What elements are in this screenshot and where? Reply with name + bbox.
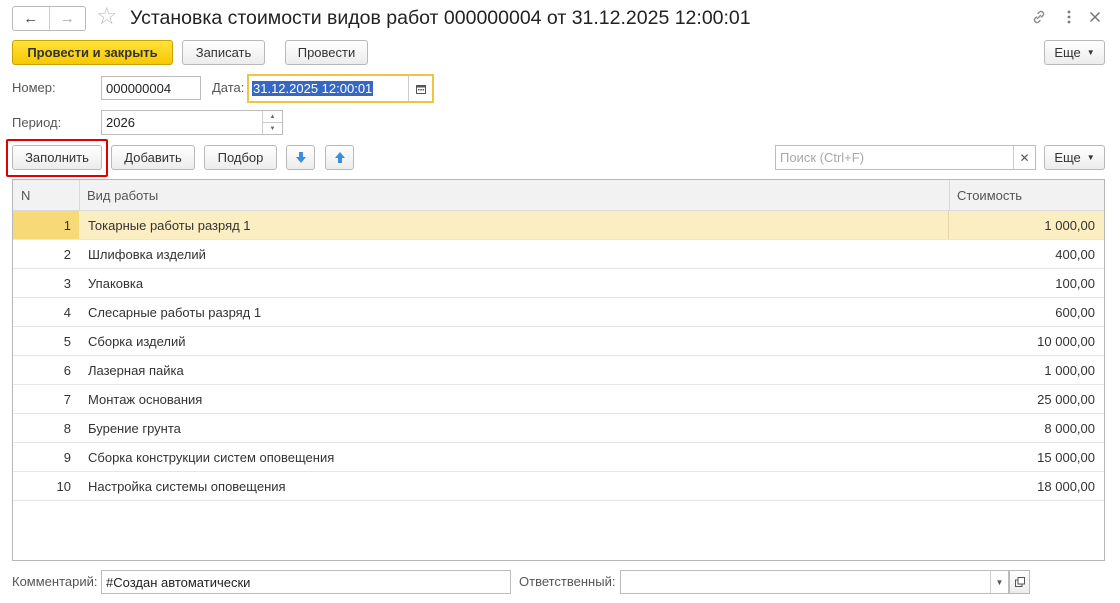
- period-label: Период:: [12, 115, 62, 130]
- work-type-cell: Токарные работы разряд 1: [79, 211, 949, 239]
- table-row[interactable]: 5 Сборка изделий 10 000,00: [13, 327, 1104, 356]
- chevron-down-icon: ▼: [1086, 48, 1095, 57]
- work-type-cell: Монтаж основания: [88, 391, 203, 407]
- open-window-icon: [1014, 577, 1025, 587]
- date-label: Дата:: [212, 80, 245, 95]
- work-type-cell: Настройка системы оповещения: [88, 478, 286, 494]
- work-type-cell: Слесарные работы разряд 1: [88, 304, 262, 320]
- back-button[interactable]: ←: [13, 7, 49, 30]
- work-type-cell: Бурение грунта: [88, 420, 181, 436]
- row-number: 4: [63, 304, 71, 320]
- table-row[interactable]: 10 Настройка системы оповещения 18 000,00: [13, 472, 1104, 501]
- cost-cell: 400,00: [1055, 246, 1095, 262]
- fill-button[interactable]: Заполнить: [12, 145, 102, 170]
- stepper-down-icon[interactable]: ▼: [263, 122, 282, 134]
- row-number: 6: [63, 362, 71, 378]
- column-header-n[interactable]: N: [13, 180, 79, 210]
- forward-button[interactable]: →: [48, 7, 86, 30]
- column-header-cost[interactable]: Стоимость: [949, 180, 1104, 210]
- move-up-button[interactable]: [325, 145, 354, 170]
- cost-cell: 8 000,00: [1044, 420, 1095, 436]
- table-row[interactable]: 7 Монтаж основания 25 000,00: [13, 385, 1104, 414]
- stepper-up-icon[interactable]: ▲: [263, 111, 282, 122]
- clear-icon[interactable]: ✕: [1013, 146, 1035, 169]
- table-row[interactable]: 1 Токарные работы разряд 1 1 000,00: [13, 211, 1104, 240]
- work-type-cell: Сборка изделий: [88, 333, 186, 349]
- more-vertical-icon[interactable]: [1059, 7, 1079, 27]
- link-icon[interactable]: [1029, 7, 1049, 27]
- chevron-down-icon: ▼: [1086, 153, 1095, 162]
- row-number: 5: [63, 333, 71, 349]
- work-type-cell: Сборка конструкции систем оповещения: [88, 449, 335, 465]
- cost-cell: 15 000,00: [1037, 449, 1095, 465]
- arrow-left-icon: ←: [23, 10, 39, 27]
- more-button-label: Еще: [1054, 45, 1081, 60]
- close-icon[interactable]: [1085, 7, 1105, 27]
- pick-button[interactable]: Подбор: [204, 145, 277, 170]
- period-field[interactable]: 2026 ▲ ▼: [101, 110, 283, 135]
- comment-value: #Создан автоматически: [106, 574, 251, 590]
- table-row[interactable]: 4 Слесарные работы разряд 1 600,00: [13, 298, 1104, 327]
- cost-cell: 100,00: [1055, 275, 1095, 291]
- comment-label: Комментарий:: [12, 574, 98, 589]
- work-type-cell: Упаковка: [88, 275, 144, 291]
- cost-cell: 10 000,00: [1037, 333, 1095, 349]
- row-number: 9: [63, 449, 71, 465]
- date-value: 31.12.2025 12:00:01: [252, 81, 374, 96]
- post-button[interactable]: Провести: [285, 40, 368, 65]
- row-number: 7: [63, 391, 71, 407]
- number-label: Номер:: [12, 80, 56, 95]
- arrow-up-icon: [334, 152, 345, 163]
- number-field[interactable]: 000000004: [101, 76, 201, 100]
- table-row[interactable]: 2 Шлифовка изделий 400,00: [13, 240, 1104, 269]
- history-nav: ← →: [12, 6, 86, 31]
- comment-field[interactable]: #Создан автоматически: [101, 570, 511, 594]
- search-input[interactable]: Поиск (Ctrl+F) ✕: [775, 145, 1036, 170]
- row-number: 10: [56, 478, 71, 494]
- table-more-button[interactable]: Еще ▼: [1044, 145, 1105, 170]
- add-button[interactable]: Добавить: [111, 145, 195, 170]
- arrow-right-icon: →: [59, 10, 75, 27]
- column-header-work[interactable]: Вид работы: [79, 180, 949, 210]
- save-button[interactable]: Записать: [182, 40, 265, 65]
- table-more-label: Еще: [1054, 150, 1081, 165]
- arrow-down-icon: [295, 152, 306, 163]
- responsible-field[interactable]: ▼: [620, 570, 1009, 594]
- row-number: 1: [13, 211, 79, 239]
- open-responsible-button[interactable]: [1009, 570, 1030, 594]
- period-value: 2026: [106, 115, 135, 130]
- table-row[interactable]: 9 Сборка конструкции систем оповещения 15 …: [13, 443, 1104, 472]
- responsible-label: Ответственный:: [519, 574, 616, 589]
- works-table[interactable]: N Вид работы Стоимость 1 Токарные работы …: [12, 179, 1105, 561]
- table-row[interactable]: 8 Бурение грунта 8 000,00: [13, 414, 1104, 443]
- row-number: 2: [63, 246, 71, 262]
- table-header: N Вид работы Стоимость: [13, 180, 1104, 211]
- work-type-cell: Шлифовка изделий: [88, 246, 206, 262]
- row-number: 8: [63, 420, 71, 436]
- cost-cell: 25 000,00: [1037, 391, 1095, 407]
- period-stepper[interactable]: ▲ ▼: [262, 111, 282, 134]
- chevron-down-icon[interactable]: ▼: [990, 571, 1008, 593]
- number-value: 000000004: [106, 80, 172, 96]
- cost-cell: 1 000,00: [1044, 217, 1095, 233]
- search-placeholder: Поиск (Ctrl+F): [780, 150, 865, 165]
- window-title: Установка стоимости видов работ 00000000…: [130, 7, 751, 29]
- calendar-icon[interactable]: [408, 76, 432, 101]
- cost-cell: 18 000,00: [1037, 478, 1095, 494]
- cost-cell: 1 000,00: [1044, 362, 1095, 378]
- table-row[interactable]: 6 Лазерная пайка 1 000,00: [13, 356, 1104, 385]
- move-down-button[interactable]: [286, 145, 315, 170]
- work-type-cell: Лазерная пайка: [88, 362, 184, 378]
- date-field[interactable]: 31.12.2025 12:00:01: [247, 74, 434, 103]
- table-row[interactable]: 3 Упаковка 100,00: [13, 269, 1104, 298]
- star-icon[interactable]: ☆: [96, 5, 118, 29]
- row-number: 3: [63, 275, 71, 291]
- more-button[interactable]: Еще ▼: [1044, 40, 1105, 65]
- cost-cell: 600,00: [1055, 304, 1095, 320]
- post-and-close-button[interactable]: Провести и закрыть: [12, 40, 173, 65]
